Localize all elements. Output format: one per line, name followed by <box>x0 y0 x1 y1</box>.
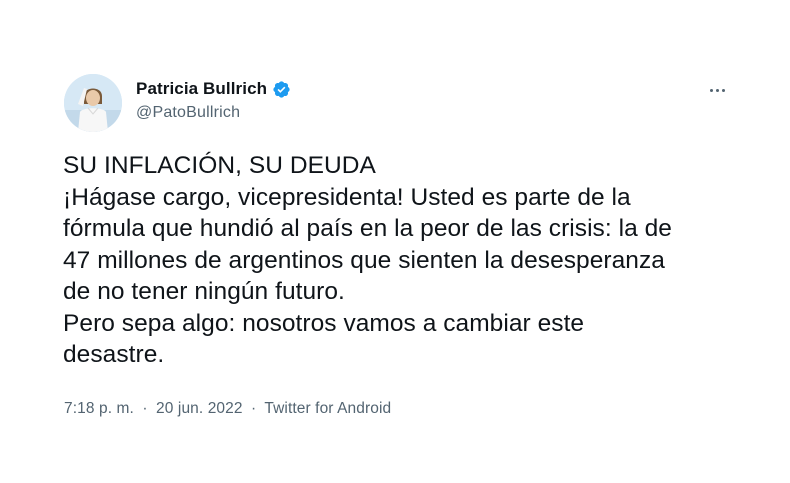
tweet-time[interactable]: 7:18 p. m. <box>64 400 134 417</box>
avatar-image <box>64 74 122 132</box>
avatar[interactable] <box>64 74 122 132</box>
author-info: Patricia Bullrich @PatoBullrich <box>136 77 291 122</box>
meta-separator: · <box>251 400 257 417</box>
tweet-meta: 7:18 p. m. · 20 jun. 2022 · Twitter for … <box>64 400 391 418</box>
tweet-card: Patricia Bullrich @PatoBullrich SU INFLA… <box>0 0 790 483</box>
tweet-line: desastre. <box>63 341 165 368</box>
verified-badge-icon <box>272 80 291 99</box>
tweet-line: ¡Hágase cargo, vicepresidenta! Usted es … <box>63 183 631 211</box>
meta-separator: · <box>142 400 148 417</box>
tweet-line: 47 millones de argentinos que sienten la… <box>63 246 665 274</box>
tweet-line: fórmula que hundió al país en la peor de… <box>63 215 672 242</box>
tweet-text: SU INFLACIÓN, SU DEUDA ¡Hágase cargo, vi… <box>63 150 753 371</box>
tweet-line: de no tener ningún futuro. <box>63 278 345 305</box>
display-name[interactable]: Patricia Bullrich <box>136 79 267 99</box>
tweet-line: SU INFLACIÓN, SU DEUDA <box>63 152 376 179</box>
more-options-icon[interactable] <box>704 80 730 100</box>
tweet-line: Pero sepa algo: nosotros vamos a cambiar… <box>63 309 585 337</box>
name-row: Patricia Bullrich <box>136 77 291 101</box>
tweet-source[interactable]: Twitter for Android <box>264 400 391 417</box>
user-handle[interactable]: @PatoBullrich <box>136 104 291 122</box>
tweet-date[interactable]: 20 jun. 2022 <box>156 400 243 417</box>
